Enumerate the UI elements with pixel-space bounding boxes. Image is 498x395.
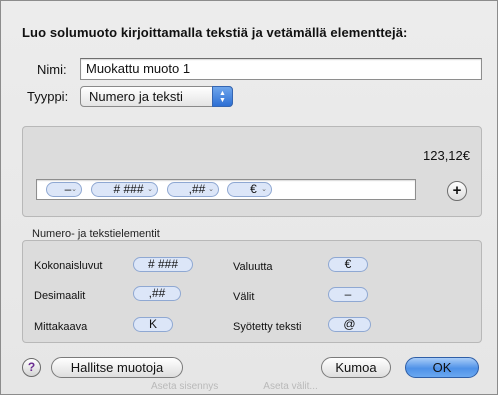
format-token[interactable]: ,## ⌄: [167, 182, 219, 197]
element-label-scale: Mittakaava: [34, 321, 88, 333]
chevron-down-icon: ⌄: [208, 186, 214, 193]
help-icon: ?: [27, 360, 36, 374]
element-token-decimals[interactable]: ,##: [133, 286, 181, 301]
type-label: Tyyppi:: [27, 89, 69, 104]
type-popup[interactable]: Numero ja teksti ▲ ▼: [80, 86, 233, 107]
cancel-button[interactable]: Kumoa: [321, 357, 391, 378]
format-token[interactable]: € ⌄: [227, 182, 272, 197]
format-token-label: –: [64, 182, 72, 196]
chevron-down-icon: ⌄: [71, 186, 77, 193]
manage-formats-button[interactable]: Hallitse muotoja: [51, 357, 183, 378]
type-popup-value: Numero ja teksti: [89, 89, 183, 104]
element-label-currency: Valuutta: [233, 261, 273, 273]
chevron-down-icon: ⌄: [261, 186, 267, 193]
add-element-button[interactable]: +: [447, 181, 467, 201]
element-token-spaces[interactable]: –: [328, 287, 368, 302]
element-token-currency[interactable]: €: [328, 257, 368, 272]
element-label-spaces: Välit: [233, 291, 255, 303]
background-hint: Aseta sisennys Aseta välit...: [151, 381, 411, 395]
name-field[interactable]: Muokattu muoto 1: [80, 58, 482, 80]
element-token-entered-text[interactable]: @: [328, 317, 371, 332]
elements-group: Kokonaisluvut # ### Desimaalit ,## Mitta…: [22, 240, 482, 343]
format-token-label: ,##: [188, 182, 206, 196]
format-dialog: Luo solumuoto kirjoittamalla tekstiä ja …: [0, 0, 498, 395]
format-editor-group: 123,12€ – ⌄ # ### ⌄ ,## ⌄ € ⌄ +: [22, 126, 482, 217]
ok-button[interactable]: OK: [405, 357, 479, 378]
element-token-scale[interactable]: K: [133, 317, 173, 332]
format-token[interactable]: – ⌄: [46, 182, 82, 197]
help-button[interactable]: ?: [22, 358, 41, 377]
element-label-entered-text: Syötetty teksti: [233, 321, 302, 333]
chevron-down-icon: ⌄: [147, 186, 153, 193]
dialog-title: Luo solumuoto kirjoittamalla tekstiä ja …: [22, 25, 408, 40]
popup-arrows-icon: ▲ ▼: [212, 86, 233, 107]
background-hint-right: Aseta välit...: [263, 381, 318, 392]
element-token-integers[interactable]: # ###: [133, 257, 193, 272]
name-label: Nimi:: [37, 62, 67, 77]
format-token[interactable]: # ### ⌄: [91, 182, 158, 197]
element-label-integers: Kokonaisluvut: [34, 260, 103, 272]
plus-icon: +: [452, 182, 462, 199]
format-token-field[interactable]: – ⌄ # ### ⌄ ,## ⌄ € ⌄: [36, 179, 416, 200]
format-preview: 123,12€: [423, 148, 470, 163]
background-hint-left: Aseta sisennys: [151, 381, 219, 392]
element-label-decimals: Desimaalit: [34, 290, 86, 302]
elements-heading: Numero- ja tekstielementit: [32, 228, 160, 240]
format-token-label: €: [250, 182, 257, 196]
format-token-label: # ###: [113, 182, 144, 196]
